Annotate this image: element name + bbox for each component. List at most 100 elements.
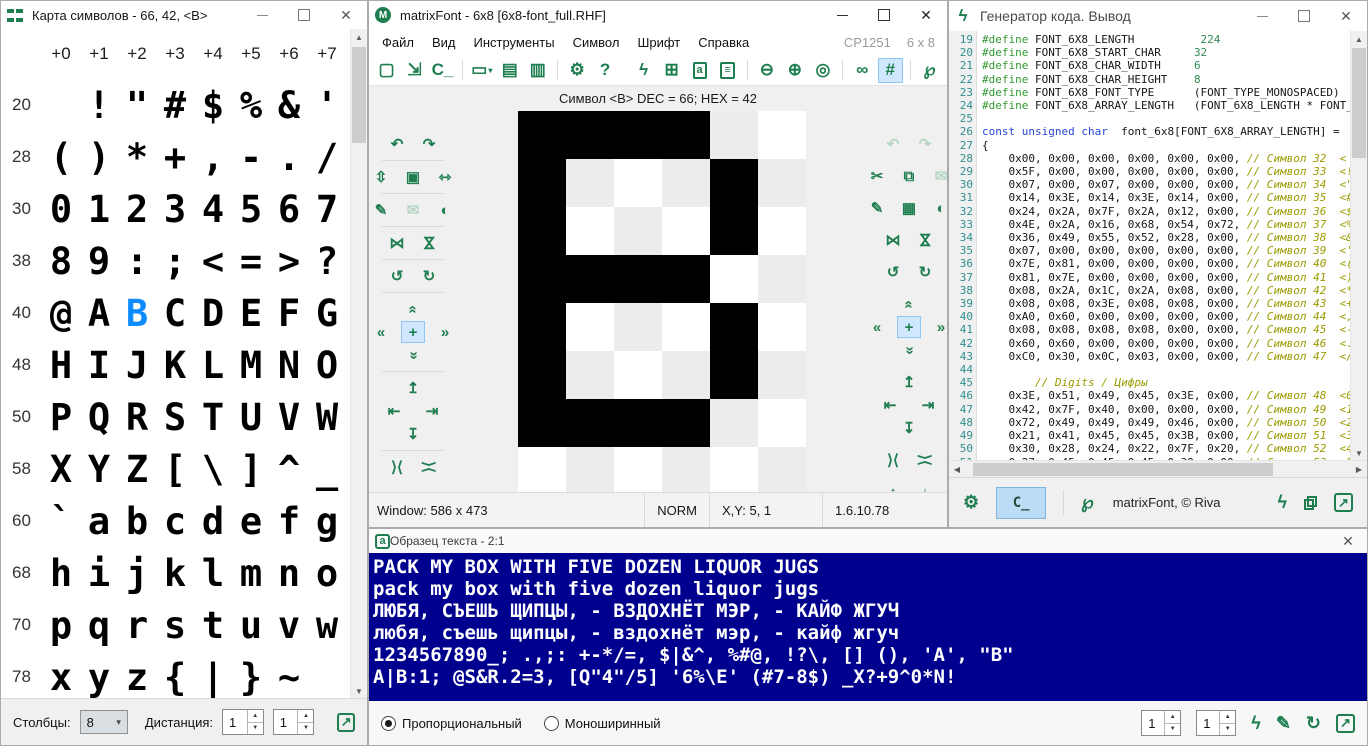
char-cell[interactable]: I	[80, 339, 118, 391]
pen-icon[interactable]: ✎	[1276, 713, 1291, 734]
maximize-icon[interactable]	[297, 8, 311, 22]
char-cell[interactable]: n	[270, 547, 308, 599]
align-left-button[interactable]: ⇤	[382, 400, 406, 422]
char-cell[interactable]: d	[194, 495, 232, 547]
scroll-left-icon[interactable]: ◀	[949, 465, 965, 474]
char-cell[interactable]: k	[156, 547, 194, 599]
menu-item[interactable]: Вид	[423, 31, 465, 54]
import-button[interactable]: ⇲	[402, 58, 427, 83]
flip-horizontal-button[interactable]: ⋈	[881, 229, 905, 251]
pixel-cell[interactable]	[758, 351, 806, 399]
char-map-button[interactable]: ⊞	[659, 58, 684, 83]
char-cell[interactable]: ]	[232, 443, 270, 495]
pixel-cell[interactable]	[518, 159, 566, 207]
scroll-down-icon[interactable]: ▼	[1351, 445, 1367, 461]
char-cell[interactable]: K	[156, 339, 194, 391]
char-height-button[interactable]: ⇳	[369, 166, 393, 188]
char-cell[interactable]: F	[270, 287, 308, 339]
center-vertical-button[interactable]: ⟩⟨	[417, 456, 441, 478]
undo-button[interactable]: ↶	[385, 133, 409, 155]
menu-item[interactable]: Справка	[689, 31, 758, 54]
scale-y-stepper[interactable]: 1 ▲▼	[1196, 710, 1236, 736]
char-cell[interactable]: o	[308, 547, 346, 599]
char-cell[interactable]: E	[232, 287, 270, 339]
flip-vertical-button[interactable]: ⋈	[913, 229, 937, 251]
columns-select[interactable]: 8 ▾	[80, 710, 128, 734]
close-icon[interactable]: ✕	[1339, 9, 1353, 23]
pixel-canvas[interactable]	[518, 111, 806, 495]
pixel-cell[interactable]	[518, 255, 566, 303]
zoom-in-button[interactable]: ⊕	[782, 58, 807, 83]
pixel-cell[interactable]	[710, 351, 758, 399]
c-language-button[interactable]: C_	[996, 487, 1046, 519]
pixel-cell[interactable]	[710, 111, 758, 159]
char-cell[interactable]: x	[42, 651, 80, 699]
move-mode-button[interactable]: +	[401, 321, 425, 343]
scroll-up-icon[interactable]: ▲	[1351, 31, 1367, 47]
char-cell[interactable]: :	[118, 235, 156, 287]
char-cell[interactable]: C	[156, 287, 194, 339]
char-cell[interactable]: e	[232, 495, 270, 547]
char-cell[interactable]: "	[118, 79, 156, 131]
pixel-cell[interactable]	[518, 207, 566, 255]
pixel-cell[interactable]	[758, 303, 806, 351]
center-vertical-button[interactable]: ⟩⟨	[913, 449, 937, 471]
pixel-cell[interactable]	[758, 111, 806, 159]
char-cell[interactable]: \	[194, 443, 232, 495]
zoom-out-button[interactable]: ⊖	[754, 58, 779, 83]
shift-down-button[interactable]: «	[401, 344, 425, 366]
pixel-cell[interactable]	[614, 159, 662, 207]
maximize-icon[interactable]	[877, 8, 891, 22]
distance-y-stepper[interactable]: 1 ▲▼	[273, 709, 315, 735]
char-cell[interactable]: A	[80, 287, 118, 339]
scale-x-stepper[interactable]: 1 ▲▼	[1141, 710, 1181, 736]
grid-button[interactable]: #	[878, 58, 903, 83]
pixel-cell[interactable]	[566, 255, 614, 303]
align-right-button[interactable]: ⇥	[916, 394, 940, 416]
open-button[interactable]: ▭▾	[469, 58, 494, 83]
char-cell[interactable]: f	[270, 495, 308, 547]
char-cell[interactable]: (	[42, 131, 80, 183]
export-icon[interactable]: ↗	[337, 713, 355, 732]
char-cell[interactable]: c	[156, 495, 194, 547]
close-icon[interactable]: ✕	[1341, 534, 1355, 548]
char-cell[interactable]: t	[194, 599, 232, 651]
step-up-icon[interactable]: ▲	[1220, 711, 1235, 724]
center-horizontal-button[interactable]: ⟩⟨	[881, 449, 905, 471]
pixel-cell[interactable]	[662, 111, 710, 159]
char-cell[interactable]: %	[232, 79, 270, 131]
char-cell[interactable]: j	[118, 547, 156, 599]
code-horizontal-scrollbar[interactable]: ◀ ▶	[949, 460, 1367, 478]
pixel-cell[interactable]	[710, 255, 758, 303]
export-icon[interactable]: ↗	[1336, 714, 1355, 733]
char-cell[interactable]: 5	[232, 183, 270, 235]
fill-button[interactable]: ✎	[369, 199, 393, 221]
pixel-cell[interactable]	[662, 303, 710, 351]
shift-left-button[interactable]: «	[369, 321, 393, 343]
pixel-cell[interactable]	[758, 447, 806, 495]
scroll-right-icon[interactable]: ▶	[1351, 465, 1367, 474]
align-bottom-button[interactable]: ↧	[401, 423, 425, 445]
char-cell[interactable]: Q	[80, 391, 118, 443]
scroll-down-icon[interactable]: ▼	[351, 683, 367, 699]
char-cell[interactable]: #	[156, 79, 194, 131]
char-cell[interactable]: J	[118, 339, 156, 391]
pixel-cell[interactable]	[614, 351, 662, 399]
char-cell[interactable]: /	[308, 131, 346, 183]
char-cell[interactable]: V	[270, 391, 308, 443]
char-cell[interactable]: i	[80, 547, 118, 599]
invert-button[interactable]: ◐	[433, 199, 457, 221]
shift-left-button[interactable]: «	[865, 316, 889, 338]
shift-up-button[interactable]: «	[401, 298, 425, 320]
char-cell[interactable]: >	[270, 235, 308, 287]
step-up-icon[interactable]: ▲	[1165, 711, 1180, 724]
minimize-icon[interactable]	[835, 8, 849, 22]
char-cell[interactable]: W	[308, 391, 346, 443]
align-right-button[interactable]: ⇥	[420, 400, 444, 422]
export-icon[interactable]: ↗	[1334, 493, 1353, 512]
char-cell[interactable]: ?	[308, 235, 346, 287]
generate-icon[interactable]: ϟ	[1251, 713, 1261, 734]
pixel-cell[interactable]	[758, 255, 806, 303]
pixel-cell[interactable]	[662, 255, 710, 303]
shift-down-button[interactable]: «	[897, 339, 921, 361]
